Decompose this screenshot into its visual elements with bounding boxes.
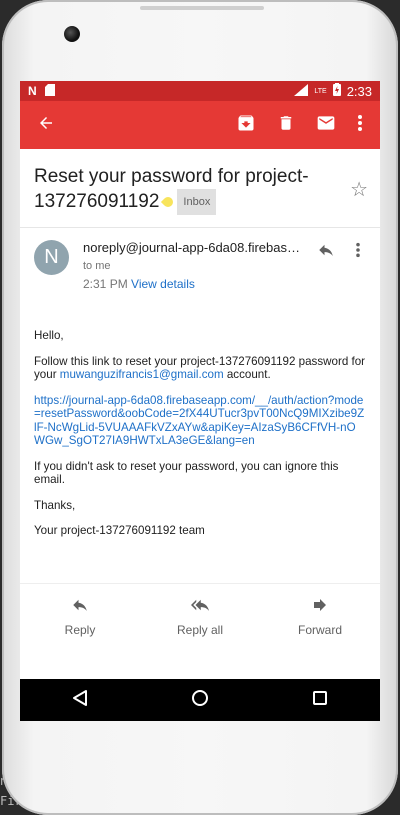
message-header: N noreply@journal-app-6da08.firebaseapp.… [20,228,380,301]
front-camera [64,26,80,42]
reply-button[interactable]: Reply [30,596,130,637]
delete-button[interactable] [266,105,306,145]
battery-charging-icon [332,83,341,99]
archive-icon [236,113,256,138]
forward-icon [311,596,329,623]
avatar[interactable]: N [34,240,69,275]
reply-all-icon [189,596,211,623]
importance-marker-icon [161,194,176,210]
more-options-button[interactable] [346,105,374,145]
reply-all-button[interactable]: Reply all [150,596,250,637]
reply-icon [71,596,89,623]
nav-recents-button[interactable] [300,680,340,720]
circle-home-icon [191,689,209,712]
reset-password-link[interactable]: https://journal-app-6da08.firebaseapp.co… [34,394,366,448]
back-button[interactable] [26,105,66,145]
phone-screen: N LTE 2:33 Reset your password for proje… [20,81,380,721]
message-actions: Reply Reply all Forward [20,583,380,648]
nav-home-button[interactable] [180,680,220,720]
signal-icon [294,83,309,99]
account-email-link[interactable]: muwanguzifrancis1@gmail.com [60,368,224,381]
star-icon[interactable]: ☆ [350,177,368,202]
sd-card-icon [44,83,55,99]
reply-all-label: Reply all [176,622,224,637]
archive-button[interactable] [226,105,266,145]
reply-header-button[interactable] [312,238,340,266]
message-time: 2:31 PM [83,277,128,291]
message-body: Hello, Follow this link to reset your pr… [20,301,380,538]
status-time: 2:33 [346,83,372,99]
notification-n-icon: N [28,84,37,98]
header-actions [312,238,372,266]
status-bar: N LTE 2:33 [20,81,380,101]
subject-title: Reset your password for project-13727609… [34,165,334,215]
reply-icon [317,241,335,264]
mail-icon [316,113,336,138]
forward-label: Forward [297,622,342,637]
timestamp-row: 2:31 PM View details [83,277,366,291]
app-toolbar [20,101,380,149]
greeting-text: Hello, [34,329,64,342]
more-vert-icon [355,242,361,263]
thanks-text: Thanks, [34,498,76,512]
square-recents-icon [312,690,328,711]
instruction-suffix: account. [223,368,271,381]
mark-unread-button[interactable] [306,105,346,145]
more-vert-icon [357,114,363,137]
instruction-paragraph: Follow this link to reset your project-1… [34,355,366,382]
triangle-back-icon [72,689,88,712]
system-nav-bar [20,679,380,721]
phone-speaker [140,6,264,10]
nav-back-button[interactable] [60,680,100,720]
sender-address: noreply@journal-app-6da08.firebaseapp.co… [83,240,303,255]
forward-button[interactable]: Forward [270,596,370,637]
subject-section: Reset your password for project-13727609… [20,149,380,228]
message-more-button[interactable] [344,238,372,266]
reply-label: Reply [64,622,96,637]
network-type: LTE [314,87,327,95]
signature-text: Your project-137276091192 team [34,524,205,537]
trash-icon [277,114,295,137]
arrow-left-icon [37,114,55,137]
ignore-text: If you didn't ask to reset your password… [34,459,339,487]
view-details-link[interactable]: View details [131,277,195,291]
inbox-label[interactable]: Inbox [177,189,217,215]
